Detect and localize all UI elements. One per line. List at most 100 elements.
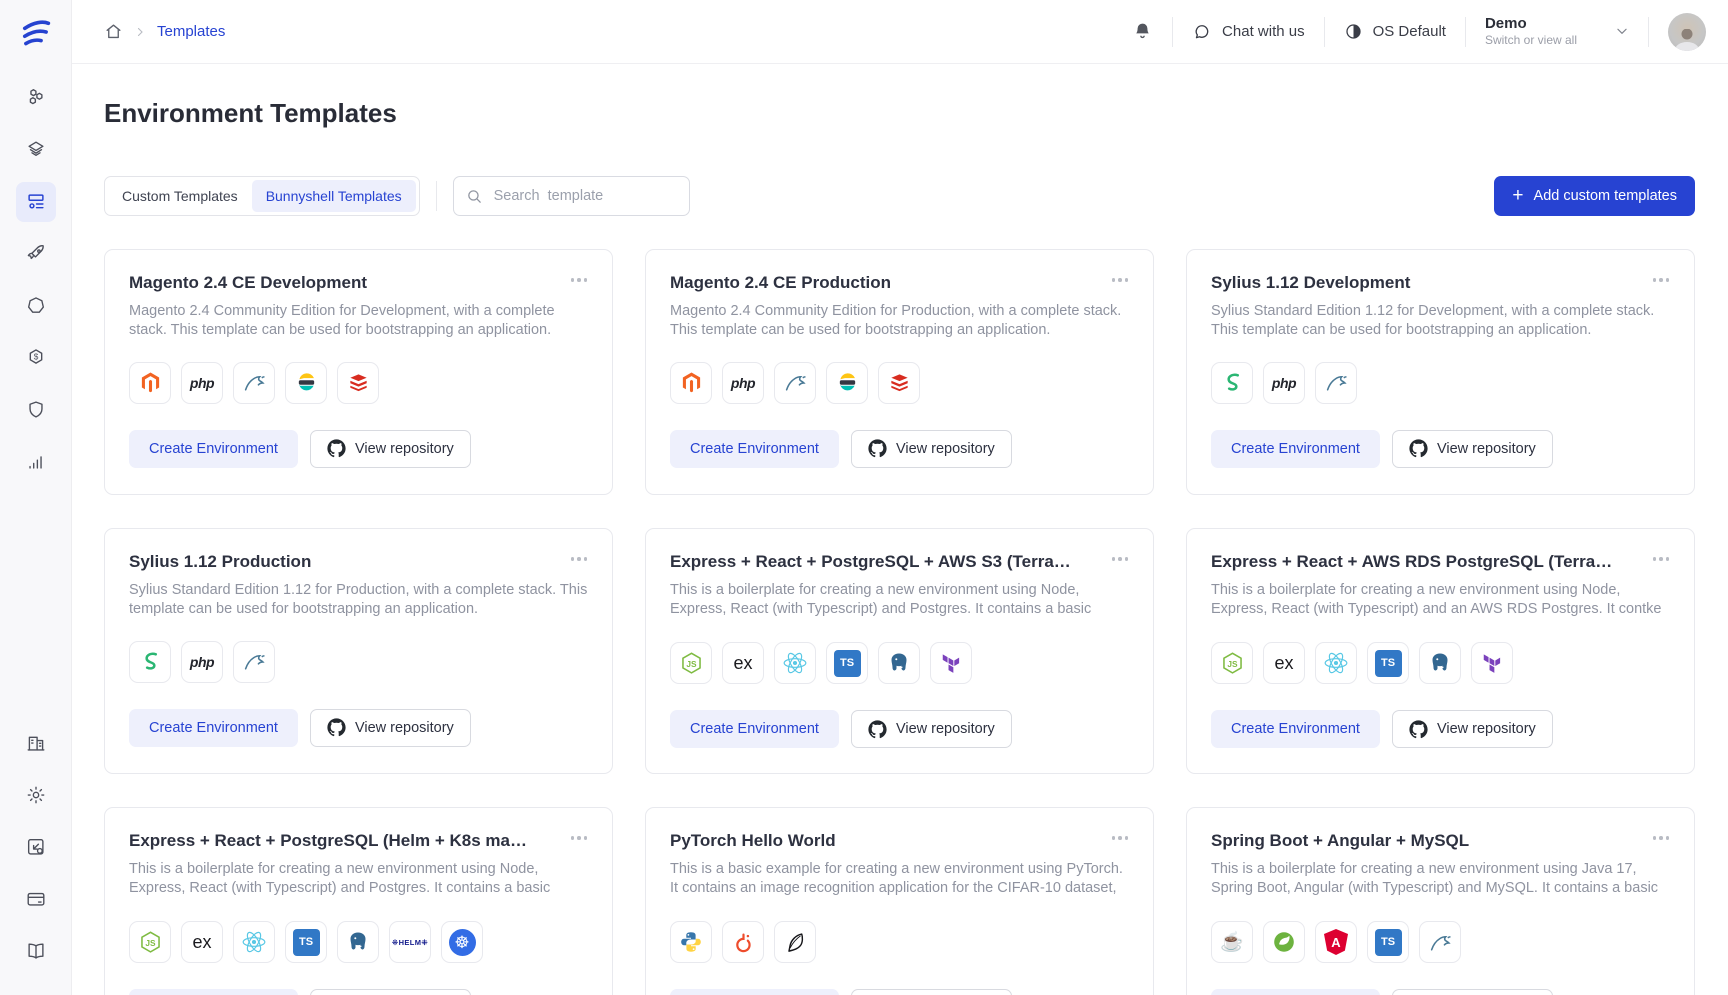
sidebar-item-projects[interactable] (16, 78, 56, 118)
sidebar-item-billing[interactable] (16, 879, 56, 919)
bar-chart-icon (25, 451, 47, 473)
view-repository-button[interactable]: View repository (310, 709, 471, 747)
org-subtitle: Switch or view all (1485, 34, 1577, 48)
template-card: Magento 2.4 CE Production Magento 2.4 Co… (645, 249, 1154, 495)
card-menu-icon[interactable] (1108, 553, 1133, 565)
card-actions: Create Environment View repository (670, 430, 1129, 468)
org-switcher[interactable]: Demo Switch or view all (1485, 15, 1629, 48)
sidebar-item-clusters[interactable] (16, 286, 56, 326)
kubernetes-icon: ☸ (441, 921, 483, 963)
card-menu-icon[interactable] (1649, 274, 1674, 286)
sidebar-item-templates[interactable] (16, 182, 56, 222)
card-menu-icon[interactable] (567, 274, 592, 286)
card-description: Magento 2.4 Community Edition for Develo… (129, 302, 588, 340)
view-repository-button[interactable]: View repository (851, 989, 1012, 995)
card-menu-icon[interactable] (1649, 553, 1674, 565)
bunnyshell-logo-icon[interactable] (15, 13, 57, 55)
create-environment-button[interactable]: Create Environment (129, 430, 298, 468)
postgresql-icon (337, 921, 379, 963)
view-repository-button[interactable]: View repository (1392, 710, 1553, 748)
view-repository-button[interactable]: View repository (851, 430, 1012, 468)
templates-grid: Magento 2.4 CE Development Magento 2.4 C… (104, 249, 1695, 995)
search-input[interactable] (492, 187, 677, 205)
topbar: Templates Chat with us OS Default (72, 0, 1728, 64)
contrast-icon (1344, 22, 1363, 41)
view-repository-button[interactable]: View repository (1392, 989, 1553, 995)
svg-text:$: $ (33, 353, 38, 362)
card-actions: Create Environment View repository (129, 430, 588, 468)
shield-icon (25, 399, 47, 421)
create-environment-button[interactable]: Create Environment (1211, 710, 1380, 748)
sidebar-item-metrics[interactable] (16, 442, 56, 482)
view-repository-button[interactable]: View repository (851, 710, 1012, 748)
card-title: Magento 2.4 CE Production (670, 273, 1129, 293)
postgresql-icon (1419, 642, 1461, 684)
pytorch-icon (722, 921, 764, 963)
share-export-icon (25, 836, 47, 858)
user-avatar[interactable] (1668, 13, 1706, 51)
add-custom-templates-button[interactable]: + Add custom templates (1494, 176, 1695, 216)
template-card: Express + React + PostgreSQL + AWS S3 (T… (645, 528, 1154, 774)
card-description: This is a basic example for creating a n… (670, 860, 1129, 899)
card-actions: Create Environment View repository (1211, 710, 1670, 748)
svg-text:JS: JS (145, 937, 156, 947)
sidebar-item-pipelines[interactable] (16, 234, 56, 274)
react-icon (774, 642, 816, 684)
sidebar-item-security[interactable] (16, 390, 56, 430)
sidebar-item-settings[interactable] (16, 775, 56, 815)
magento-icon (129, 362, 171, 404)
breadcrumb-page[interactable]: Templates (157, 23, 225, 40)
nodejs-icon: JS (129, 921, 171, 963)
cost-hexagon-dollar-icon: $ (25, 347, 47, 369)
sidebar-item-organization[interactable] (16, 723, 56, 763)
view-repository-button[interactable]: View repository (310, 989, 471, 995)
view-repository-button[interactable]: View repository (310, 430, 471, 468)
create-environment-button[interactable]: Create Environment (129, 709, 298, 747)
search-icon (466, 188, 483, 205)
tech-stack (670, 921, 1129, 963)
mysql-icon (1419, 921, 1461, 963)
card-actions: Create Environment View repository (670, 710, 1129, 748)
spring-icon (1263, 921, 1305, 963)
create-environment-button[interactable]: Create Environment (670, 430, 839, 468)
magento-icon (670, 362, 712, 404)
create-environment-button[interactable]: Create Environment (1211, 430, 1380, 468)
divider (436, 181, 437, 211)
create-environment-button[interactable]: Create Environment (670, 710, 839, 748)
card-actions: Create Environment View repository (129, 709, 588, 747)
card-title: Sylius 1.12 Production (129, 552, 588, 572)
template-tabs: Custom Templates Bunnyshell Templates (104, 176, 420, 216)
breadcrumb: Templates (104, 22, 225, 41)
theme-toggle-button[interactable]: OS Default (1344, 22, 1446, 41)
card-menu-icon[interactable] (1649, 832, 1674, 844)
tab-bunnyshell-templates[interactable]: Bunnyshell Templates (252, 180, 416, 212)
view-repository-button[interactable]: View repository (1392, 430, 1553, 468)
home-icon[interactable] (104, 22, 123, 41)
create-environment-button[interactable]: Create Environment (1211, 989, 1380, 995)
sidebar-item-environments[interactable] (16, 130, 56, 170)
create-environment-button[interactable]: Create Environment (670, 989, 839, 995)
card-title: Express + React + PostgreSQL (Helm + K8s… (129, 831, 588, 851)
sidebar: $ (0, 0, 72, 995)
card-menu-icon[interactable] (567, 553, 592, 565)
chat-with-us-button[interactable]: Chat with us (1192, 22, 1305, 42)
helm-icon: ⁜HELM⁜ (389, 921, 431, 963)
card-menu-icon[interactable] (567, 832, 592, 844)
topbar-right: Chat with us OS Default Demo Switch or v… (1132, 13, 1706, 51)
sidebar-item-export[interactable] (16, 827, 56, 867)
tech-stack: php (129, 641, 588, 683)
os-default-label: OS Default (1373, 23, 1446, 40)
card-menu-icon[interactable] (1108, 274, 1133, 286)
create-environment-button[interactable]: Create Environment (129, 989, 298, 995)
nodejs-icon: JS (1211, 642, 1253, 684)
tab-custom-templates[interactable]: Custom Templates (108, 180, 252, 212)
redis-icon (878, 362, 920, 404)
template-card: PyTorch Hello World This is a basic exam… (645, 807, 1154, 995)
view-repository-label: View repository (355, 441, 454, 457)
notification-bell-icon[interactable] (1132, 21, 1153, 42)
typescript-icon: TS (285, 921, 327, 963)
sidebar-item-documentation[interactable] (16, 931, 56, 971)
card-actions: Create Environment View repository (1211, 989, 1670, 995)
sidebar-item-cost[interactable]: $ (16, 338, 56, 378)
card-menu-icon[interactable] (1108, 832, 1133, 844)
